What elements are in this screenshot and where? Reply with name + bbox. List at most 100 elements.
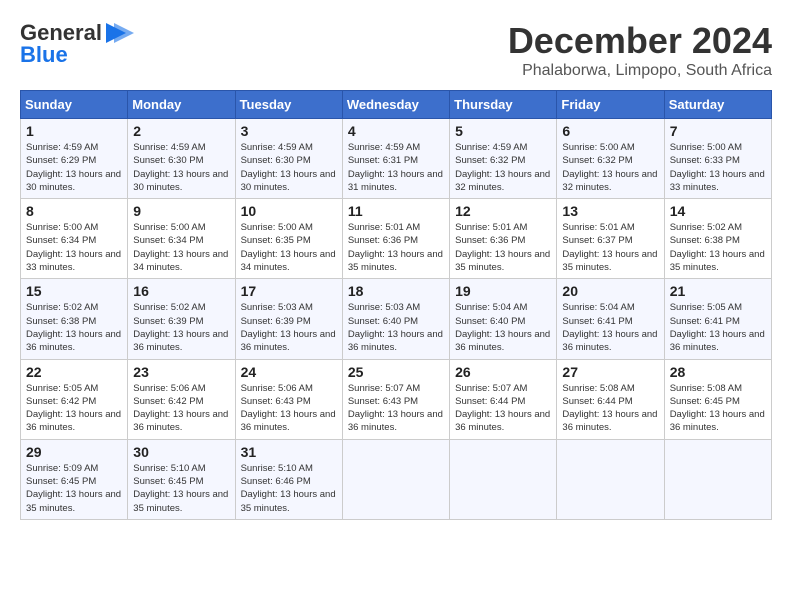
title-block: December 2024 Phalaborwa, Limpopo, South…: [508, 20, 772, 80]
day-number: 27: [562, 364, 658, 380]
header-friday: Friday: [557, 91, 664, 119]
day-number: 9: [133, 203, 229, 219]
day-info: Sunrise: 5:01 AMSunset: 6:36 PMDaylight:…: [348, 221, 444, 274]
table-row: 6Sunrise: 5:00 AMSunset: 6:32 PMDaylight…: [557, 119, 664, 199]
day-number: 23: [133, 364, 229, 380]
logo: General Blue: [20, 20, 134, 68]
day-number: 28: [670, 364, 766, 380]
day-number: 5: [455, 123, 551, 139]
day-info: Sunrise: 5:00 AMSunset: 6:34 PMDaylight:…: [26, 221, 122, 274]
day-number: 15: [26, 283, 122, 299]
calendar-header: Sunday Monday Tuesday Wednesday Thursday…: [21, 91, 772, 119]
header-tuesday: Tuesday: [235, 91, 342, 119]
day-info: Sunrise: 4:59 AMSunset: 6:31 PMDaylight:…: [348, 141, 444, 194]
day-info: Sunrise: 5:03 AMSunset: 6:39 PMDaylight:…: [241, 301, 337, 354]
table-row: 23 Sunrise: 5:06 AMSunset: 6:42 PMDayligh…: [128, 359, 235, 439]
table-row: 20 Sunrise: 5:04 AMSunset: 6:41 PMDayligh…: [557, 279, 664, 359]
table-row: 31 Sunrise: 5:10 AMSunset: 6:46 PMDayligh…: [235, 439, 342, 519]
table-row: 30Sunrise: 5:10 AMSunset: 6:45 PMDayligh…: [128, 439, 235, 519]
header-saturday: Saturday: [664, 91, 771, 119]
day-info: Sunrise: 5:00 AMSunset: 6:33 PMDaylight:…: [670, 141, 766, 194]
day-number: 14: [670, 203, 766, 219]
table-row: 24 Sunrise: 5:06 AMSunset: 6:43 PMDayligh…: [235, 359, 342, 439]
table-row: 10 Sunrise: 5:00 AMSunset: 6:35 PMDayligh…: [235, 199, 342, 279]
table-row: 17 Sunrise: 5:03 AMSunset: 6:39 PMDayligh…: [235, 279, 342, 359]
day-info: Sunrise: 5:06 AMSunset: 6:42 PMDaylight:…: [133, 382, 229, 435]
day-info: Sunrise: 5:01 AMSunset: 6:37 PMDaylight:…: [562, 221, 658, 274]
table-row: 3 Sunrise: 4:59 AMSunset: 6:30 PMDaylight…: [235, 119, 342, 199]
day-number: 6: [562, 123, 658, 139]
table-row: 12Sunrise: 5:01 AMSunset: 6:36 PMDayligh…: [450, 199, 557, 279]
calendar-table: Sunday Monday Tuesday Wednesday Thursday…: [20, 90, 772, 520]
header-sunday: Sunday: [21, 91, 128, 119]
table-row: [557, 439, 664, 519]
day-info: Sunrise: 5:08 AMSunset: 6:44 PMDaylight:…: [562, 382, 658, 435]
day-info: Sunrise: 5:03 AMSunset: 6:40 PMDaylight:…: [348, 301, 444, 354]
day-number: 22: [26, 364, 122, 380]
day-info: Sunrise: 5:10 AMSunset: 6:46 PMDaylight:…: [241, 462, 337, 515]
day-info: Sunrise: 5:10 AMSunset: 6:45 PMDaylight:…: [133, 462, 229, 515]
day-info: Sunrise: 5:09 AMSunset: 6:45 PMDaylight:…: [26, 462, 122, 515]
table-row: 28 Sunrise: 5:08 AMSunset: 6:45 PMDayligh…: [664, 359, 771, 439]
day-info: Sunrise: 4:59 AMSunset: 6:30 PMDaylight:…: [133, 141, 229, 194]
table-row: 2 Sunrise: 4:59 AMSunset: 6:30 PMDaylight…: [128, 119, 235, 199]
table-row: 9 Sunrise: 5:00 AMSunset: 6:34 PMDaylight…: [128, 199, 235, 279]
table-row: 16Sunrise: 5:02 AMSunset: 6:39 PMDayligh…: [128, 279, 235, 359]
day-info: Sunrise: 5:07 AMSunset: 6:44 PMDaylight:…: [455, 382, 551, 435]
table-row: 15 Sunrise: 5:02 AMSunset: 6:38 PMDayligh…: [21, 279, 128, 359]
table-row: 14Sunrise: 5:02 AMSunset: 6:38 PMDayligh…: [664, 199, 771, 279]
day-number: 26: [455, 364, 551, 380]
day-number: 24: [241, 364, 337, 380]
table-row: [342, 439, 449, 519]
day-info: Sunrise: 4:59 AMSunset: 6:29 PMDaylight:…: [26, 141, 122, 194]
header-thursday: Thursday: [450, 91, 557, 119]
day-number: 18: [348, 283, 444, 299]
table-row: 11Sunrise: 5:01 AMSunset: 6:36 PMDayligh…: [342, 199, 449, 279]
day-number: 17: [241, 283, 337, 299]
table-row: 22 Sunrise: 5:05 AMSunset: 6:42 PMDayligh…: [21, 359, 128, 439]
day-info: Sunrise: 4:59 AMSunset: 6:32 PMDaylight:…: [455, 141, 551, 194]
day-number: 1: [26, 123, 122, 139]
day-number: 2: [133, 123, 229, 139]
table-row: 7 Sunrise: 5:00 AMSunset: 6:33 PMDaylight…: [664, 119, 771, 199]
day-info: Sunrise: 5:05 AMSunset: 6:41 PMDaylight:…: [670, 301, 766, 354]
day-number: 19: [455, 283, 551, 299]
table-row: 21 Sunrise: 5:05 AMSunset: 6:41 PMDayligh…: [664, 279, 771, 359]
day-info: Sunrise: 4:59 AMSunset: 6:30 PMDaylight:…: [241, 141, 337, 194]
day-number: 4: [348, 123, 444, 139]
table-row: 27 Sunrise: 5:08 AMSunset: 6:44 PMDayligh…: [557, 359, 664, 439]
location-title: Phalaborwa, Limpopo, South Africa: [508, 62, 772, 80]
day-info: Sunrise: 5:01 AMSunset: 6:36 PMDaylight:…: [455, 221, 551, 274]
day-number: 29: [26, 444, 122, 460]
day-number: 10: [241, 203, 337, 219]
table-row: 19 Sunrise: 5:04 AMSunset: 6:40 PMDayligh…: [450, 279, 557, 359]
day-number: 3: [241, 123, 337, 139]
day-number: 13: [562, 203, 658, 219]
day-info: Sunrise: 5:08 AMSunset: 6:45 PMDaylight:…: [670, 382, 766, 435]
day-info: Sunrise: 5:04 AMSunset: 6:40 PMDaylight:…: [455, 301, 551, 354]
table-row: [664, 439, 771, 519]
logo-blue: Blue: [20, 42, 68, 68]
day-info: Sunrise: 5:02 AMSunset: 6:38 PMDaylight:…: [26, 301, 122, 354]
day-number: 8: [26, 203, 122, 219]
day-info: Sunrise: 5:04 AMSunset: 6:41 PMDaylight:…: [562, 301, 658, 354]
day-info: Sunrise: 5:00 AMSunset: 6:35 PMDaylight:…: [241, 221, 337, 274]
day-info: Sunrise: 5:00 AMSunset: 6:34 PMDaylight:…: [133, 221, 229, 274]
day-number: 31: [241, 444, 337, 460]
day-info: Sunrise: 5:05 AMSunset: 6:42 PMDaylight:…: [26, 382, 122, 435]
header-wednesday: Wednesday: [342, 91, 449, 119]
table-row: 8 Sunrise: 5:00 AMSunset: 6:34 PMDaylight…: [21, 199, 128, 279]
day-number: 21: [670, 283, 766, 299]
day-number: 25: [348, 364, 444, 380]
table-row: 1 Sunrise: 4:59 AMSunset: 6:29 PMDaylight…: [21, 119, 128, 199]
table-row: 25 Sunrise: 5:07 AMSunset: 6:43 PMDayligh…: [342, 359, 449, 439]
day-info: Sunrise: 5:07 AMSunset: 6:43 PMDaylight:…: [348, 382, 444, 435]
day-number: 7: [670, 123, 766, 139]
calendar-body: 1 Sunrise: 4:59 AMSunset: 6:29 PMDaylight…: [21, 119, 772, 520]
table-row: 4 Sunrise: 4:59 AMSunset: 6:31 PMDaylight…: [342, 119, 449, 199]
logo-arrow-icon: [106, 23, 134, 43]
day-number: 20: [562, 283, 658, 299]
table-row: 18 Sunrise: 5:03 AMSunset: 6:40 PMDayligh…: [342, 279, 449, 359]
page-header: General Blue December 2024 Phalaborwa, L…: [20, 20, 772, 80]
day-info: Sunrise: 5:06 AMSunset: 6:43 PMDaylight:…: [241, 382, 337, 435]
